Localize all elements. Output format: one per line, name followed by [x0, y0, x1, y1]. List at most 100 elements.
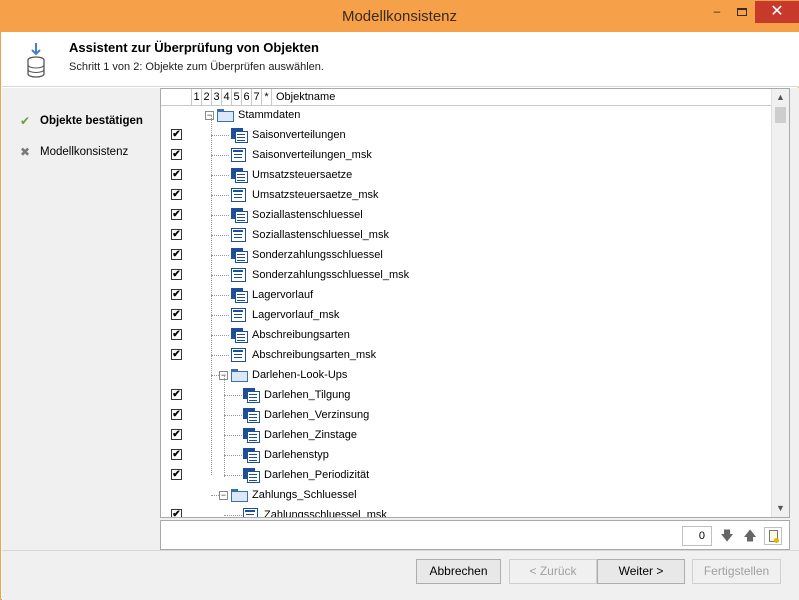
object-name: Sonderzahlungsschluessel_msk: [252, 269, 410, 281]
folder-icon: [217, 108, 234, 122]
table-icon: [231, 247, 248, 263]
row-checkbox[interactable]: ✔: [171, 509, 182, 517]
row-checkbox[interactable]: ✔: [171, 169, 182, 180]
row-checkbox[interactable]: ✔: [171, 309, 182, 320]
row-checkbox[interactable]: ✔: [171, 149, 182, 160]
object-name: Saisonverteilungen: [252, 129, 346, 141]
column-header-4[interactable]: 4: [222, 89, 232, 105]
object-name: Zahlungs_Schluessel: [252, 489, 357, 501]
step-label: Objekte bestätigen: [40, 115, 143, 127]
row-checkbox[interactable]: ✔: [171, 389, 182, 400]
object-name: Darlehen_Zinstage: [264, 429, 357, 441]
row-content: Darlehenstyp: [243, 446, 329, 464]
scroll-down-icon[interactable]: ▼: [772, 500, 789, 517]
table-row[interactable]: ✔ Darlehen_Tilgung: [161, 385, 771, 405]
form-icon: [231, 188, 246, 202]
row-checkbox[interactable]: ✔: [171, 349, 182, 360]
form-icon: [243, 508, 258, 517]
scroll-thumb[interactable]: [775, 107, 786, 123]
wizard-header: Assistent zur Überprüfung von Objekten S…: [2, 32, 799, 87]
table-row[interactable]: ✔ Lagervorlauf_msk: [161, 305, 771, 325]
tree-connector: [211, 355, 229, 356]
close-button[interactable]: ✕: [755, 1, 799, 23]
row-checkbox[interactable]: ✔: [171, 229, 182, 240]
form-icon: [231, 228, 246, 242]
object-name: Stammdaten: [238, 109, 301, 121]
column-header-star[interactable]: *: [262, 89, 272, 105]
table-row[interactable]: ✔ Sonderzahlungsschluessel: [161, 245, 771, 265]
object-tree-grid[interactable]: 1 2 3 4 5 6 7 * Objektname − Stammdaten ✔ S…: [160, 88, 790, 518]
wizard-title: Assistent zur Überprüfung von Objekten: [69, 40, 319, 55]
maximize-button[interactable]: [728, 1, 756, 23]
table-row[interactable]: ✔ Soziallastenschluessel_msk: [161, 225, 771, 245]
column-header-1[interactable]: 1: [192, 89, 202, 105]
minimize-button[interactable]: –: [703, 1, 731, 23]
column-header-5[interactable]: 5: [232, 89, 242, 105]
object-name: Soziallastenschluessel: [252, 209, 363, 221]
table-row[interactable]: ✔ Darlehenstyp: [161, 445, 771, 465]
row-checkbox[interactable]: ✔: [171, 469, 182, 480]
cancel-button[interactable]: Abbrechen: [416, 559, 501, 584]
step-objekte-bestaetigen[interactable]: ✔ Objekte bestätigen: [16, 112, 143, 130]
column-header-6[interactable]: 6: [242, 89, 252, 105]
tree-connector: [211, 215, 229, 216]
row-content: − Zahlungs_Schluessel: [219, 486, 357, 504]
database-download-icon: [27, 43, 45, 78]
finish-button[interactable]: Fertigstellen: [692, 559, 781, 584]
table-row[interactable]: ✔ Saisonverteilungen: [161, 125, 771, 145]
row-checkbox[interactable]: ✔: [171, 409, 182, 420]
tree-folder-row[interactable]: − Stammdaten: [161, 107, 771, 125]
row-checkbox[interactable]: ✔: [171, 269, 182, 280]
tree-connector: [224, 455, 242, 456]
title-bar[interactable]: Modellkonsistenz – ✕: [1, 1, 799, 32]
back-button[interactable]: < Zurück: [509, 559, 597, 584]
table-row[interactable]: ✔ Abschreibungsarten_msk: [161, 345, 771, 365]
new-document-button[interactable]: [764, 527, 782, 545]
table-row[interactable]: ✔ Umsatzsteuersaetze_msk: [161, 185, 771, 205]
row-checkbox[interactable]: ✔: [171, 329, 182, 340]
object-name: Soziallastenschluessel_msk: [252, 229, 389, 241]
tree-connector: [211, 315, 229, 316]
column-header-objektname[interactable]: Objektname: [272, 89, 335, 105]
row-checkbox[interactable]: ✔: [171, 189, 182, 200]
header-blank: [161, 89, 192, 105]
scroll-up-icon[interactable]: ▲: [772, 89, 789, 106]
tree-connector: [224, 475, 242, 476]
count-field[interactable]: 0: [682, 526, 712, 546]
collapse-icon[interactable]: −: [219, 490, 228, 500]
table-row[interactable]: ✔ Darlehen_Periodizität: [161, 465, 771, 485]
row-checkbox[interactable]: ✔: [171, 289, 182, 300]
window-title: Modellkonsistenz: [341, 8, 458, 25]
move-up-icon[interactable]: 🡅: [741, 527, 759, 545]
row-checkbox[interactable]: ✔: [171, 129, 182, 140]
move-down-icon[interactable]: 🡇: [718, 527, 736, 545]
table-row[interactable]: ✔ Sonderzahlungsschluessel_msk: [161, 265, 771, 285]
table-icon: [231, 207, 248, 223]
table-icon: [243, 387, 260, 403]
table-row[interactable]: ✔ Abschreibungsarten: [161, 325, 771, 345]
row-checkbox[interactable]: ✔: [171, 209, 182, 220]
table-row[interactable]: ✔ Darlehen_Verzinsung: [161, 405, 771, 425]
tree-connector: [211, 275, 229, 276]
column-header-2[interactable]: 2: [202, 89, 212, 105]
next-button[interactable]: Weiter >: [597, 559, 685, 584]
table-row[interactable]: ✔ Soziallastenschluessel: [161, 205, 771, 225]
collapse-icon[interactable]: −: [205, 110, 214, 120]
row-checkbox[interactable]: ✔: [171, 249, 182, 260]
column-header-7[interactable]: 7: [252, 89, 262, 105]
table-row[interactable]: ✔ Darlehen_Zinstage: [161, 425, 771, 445]
row-checkbox[interactable]: ✔: [171, 429, 182, 440]
table-row[interactable]: ✔ Saisonverteilungen_msk: [161, 145, 771, 165]
column-header-3[interactable]: 3: [212, 89, 222, 105]
table-row[interactable]: ✔ Zahlungsschluessel_msk: [161, 505, 771, 517]
row-content: Abschreibungsarten: [231, 326, 350, 344]
step-modellkonsistenz[interactable]: ✖ Modellkonsistenz: [16, 143, 128, 161]
form-icon: [231, 268, 246, 282]
tree-folder-row[interactable]: − Darlehen-Look-Ups: [161, 365, 771, 385]
table-row[interactable]: ✔ Lagervorlauf: [161, 285, 771, 305]
table-row[interactable]: ✔ Umsatzsteuersaetze: [161, 165, 771, 185]
vertical-scrollbar[interactable]: ▲ ▼: [771, 89, 789, 517]
tree-folder-row[interactable]: − Zahlungs_Schluessel: [161, 485, 771, 505]
form-icon: [231, 348, 246, 362]
row-checkbox[interactable]: ✔: [171, 449, 182, 460]
